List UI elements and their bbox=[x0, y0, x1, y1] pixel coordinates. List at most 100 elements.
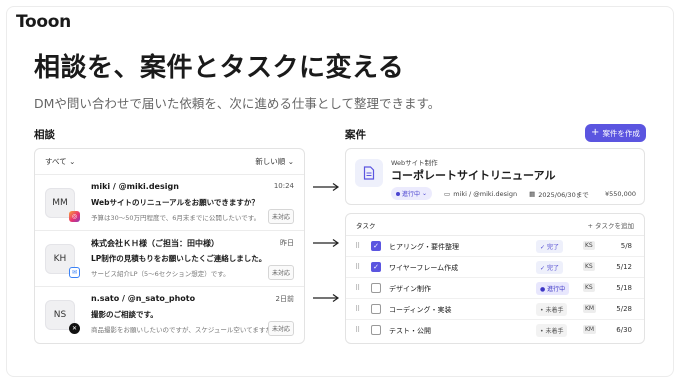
task-row[interactable]: ⠿ コーディング・実装 • 未着手 KM 5/28 bbox=[346, 299, 644, 320]
status-dot-icon bbox=[396, 191, 400, 196]
assignee-badge[interactable]: KM bbox=[583, 325, 597, 334]
task-date: 5/8 bbox=[620, 242, 632, 250]
task-checkbox[interactable] bbox=[371, 283, 381, 293]
message-item[interactable]: NS ✕ n.sato / @n_sato_photo 2日前 撮影のご相談です… bbox=[35, 287, 304, 343]
plus-icon: + bbox=[591, 127, 600, 138]
task-checkbox[interactable] bbox=[371, 325, 381, 335]
inbox-toolbar: すべて ⌄ 新しい順 ⌄ bbox=[35, 149, 304, 175]
message-time: 昨日 bbox=[280, 239, 294, 247]
assignee-badge[interactable]: KS bbox=[583, 241, 595, 250]
message-subject: Webサイトのリニューアルをお願いできますか？ bbox=[91, 198, 259, 207]
inbox-section-label: 相談 bbox=[34, 129, 55, 141]
project-due-label: 2025/06/30まで bbox=[538, 190, 589, 199]
task-name: ヒアリング・要件整理 bbox=[389, 243, 459, 251]
message-item[interactable]: KH ✉ 株式会社ＫＨ様（ご担当：田中様） 昨日 LP制作の見積もりをお願いした… bbox=[35, 231, 304, 287]
x-icon: ✕ bbox=[69, 323, 80, 334]
clipboard-icon: ▭ bbox=[444, 189, 451, 198]
task-row[interactable]: ⠿ ✓ ヒアリング・要件整理 ✓ 完了 KS 5/8 bbox=[346, 236, 644, 257]
project-due: ▦ 2025/06/30まで bbox=[529, 189, 589, 199]
progress-dot-icon: ● bbox=[540, 286, 546, 293]
chevron-down-icon: ⌄ bbox=[287, 157, 294, 166]
task-status-badge[interactable]: ✓ 完了 bbox=[536, 240, 563, 253]
drag-handle-icon[interactable]: ⠿ bbox=[355, 284, 360, 292]
task-status-label: 未着手 bbox=[545, 328, 564, 335]
task-status-badge[interactable]: • 未着手 bbox=[536, 303, 568, 316]
message-subject: 撮影のご相談です。 bbox=[91, 310, 158, 319]
message-sender: 株式会社ＫＨ様（ご担当：田中様） bbox=[91, 239, 219, 248]
project-status-label: 進行中 bbox=[402, 191, 421, 198]
sort-label: 新しい順 bbox=[255, 157, 286, 166]
assignee-badge[interactable]: KM bbox=[583, 304, 597, 313]
message-preview: 商品撮影をお願いしたいのですが、スケジュール空いてますか？ bbox=[91, 326, 279, 334]
task-name: ワイヤーフレーム作成 bbox=[389, 264, 459, 272]
task-status-badge[interactable]: • 未着手 bbox=[536, 324, 568, 337]
filter-label: すべて bbox=[45, 157, 67, 166]
message-item[interactable]: MM ◎ miki / @miki.design 10:24 Webサイトのリニ… bbox=[35, 175, 304, 231]
filter-dropdown[interactable]: すべて ⌄ bbox=[45, 156, 75, 167]
assignee-badge[interactable]: KS bbox=[583, 283, 595, 292]
project-meta: 進行中 ⌄ ▭ miki / @miki.design ▦ 2025/06/30まで … bbox=[391, 187, 636, 200]
sort-dropdown[interactable]: 新しい順 ⌄ bbox=[255, 156, 294, 167]
project-section-label: 案件 bbox=[345, 129, 366, 141]
inbox-panel: すべて ⌄ 新しい順 ⌄ MM ◎ miki / @miki.design 10… bbox=[34, 148, 305, 344]
instagram-icon: ◎ bbox=[69, 211, 80, 222]
status-badge: 未対応 bbox=[267, 209, 294, 224]
project-category: Webサイト制作 bbox=[391, 159, 438, 167]
add-task-button[interactable]: + タスクを追加 bbox=[587, 220, 634, 230]
message-time: 10:24 bbox=[273, 182, 294, 190]
status-badge: 未対応 bbox=[267, 265, 294, 280]
plus-icon: + bbox=[587, 221, 593, 230]
mail-icon: ✉ bbox=[69, 267, 80, 278]
task-status-label: 完了 bbox=[546, 265, 559, 272]
task-row[interactable]: ⠿ テスト・公開 • 未着手 KM 6/30 bbox=[346, 320, 644, 341]
chevron-down-icon: ⌄ bbox=[422, 190, 428, 197]
drag-handle-icon[interactable]: ⠿ bbox=[355, 263, 360, 271]
project-status-dropdown[interactable]: 進行中 ⌄ bbox=[391, 187, 433, 200]
status-badge: 未対応 bbox=[267, 321, 294, 336]
task-panel-header: タスク + タスクを追加 bbox=[346, 214, 644, 236]
task-row[interactable]: ⠿ デザイン制作 ● 進行中 KS 5/18 bbox=[346, 278, 644, 299]
message-preview: 予算は30〜50万円程度で、6月末までに公開したいです。 bbox=[91, 214, 261, 222]
task-status-badge[interactable]: ✓ 完了 bbox=[536, 261, 563, 274]
message-preview: サービス紹介LP（5〜6セクション想定）です。 bbox=[91, 270, 230, 278]
task-date: 5/12 bbox=[616, 263, 632, 271]
arrow-right-icon bbox=[313, 294, 340, 302]
task-name: コーディング・実装 bbox=[389, 306, 452, 314]
todo-dot-icon: • bbox=[540, 328, 544, 335]
task-panel: タスク + タスクを追加 ⠿ ✓ ヒアリング・要件整理 ✓ 完了 KS 5/8 … bbox=[345, 213, 645, 344]
task-checkbox[interactable]: ✓ bbox=[371, 241, 381, 251]
hero-headline: 相談を、案件とタスクに変える bbox=[34, 53, 405, 83]
task-status-badge[interactable]: ● 進行中 bbox=[536, 282, 570, 295]
drag-handle-icon[interactable]: ⠿ bbox=[355, 305, 360, 313]
task-panel-title: タスク bbox=[356, 221, 376, 230]
project-title: コーポレートサイトリニューアル bbox=[391, 169, 556, 182]
check-icon: ✓ bbox=[540, 244, 546, 251]
hero-subline: DMや問い合わせで届いた依頼を、次に進める仕事として整理できます。 bbox=[34, 96, 441, 111]
document-icon bbox=[355, 159, 383, 187]
task-status-label: 進行中 bbox=[547, 286, 566, 293]
task-checkbox[interactable]: ✓ bbox=[371, 262, 381, 272]
chevron-down-icon: ⌄ bbox=[69, 157, 76, 166]
task-status-label: 完了 bbox=[546, 244, 559, 251]
task-row[interactable]: ⠿ ✓ ワイヤーフレーム作成 ✓ 完了 KS 5/12 bbox=[346, 257, 644, 278]
create-project-button[interactable]: + 案件を作成 bbox=[585, 124, 646, 142]
arrow-right-icon bbox=[313, 183, 340, 191]
assignee-badge[interactable]: KS bbox=[583, 262, 595, 271]
task-date: 6/30 bbox=[616, 326, 632, 334]
drag-handle-icon[interactable]: ⠿ bbox=[355, 242, 360, 250]
create-project-label: 案件を作成 bbox=[602, 128, 640, 138]
task-checkbox[interactable] bbox=[371, 304, 381, 314]
task-status-label: 未着手 bbox=[545, 307, 564, 314]
drag-handle-icon[interactable]: ⠿ bbox=[355, 326, 360, 334]
message-sender: miki / @miki.design bbox=[91, 182, 179, 191]
project-client-label: miki / @miki.design bbox=[453, 189, 518, 198]
calendar-icon: ▦ bbox=[529, 189, 536, 198]
message-sender: n.sato / @n_sato_photo bbox=[91, 294, 196, 303]
task-name: テスト・公開 bbox=[389, 327, 431, 335]
project-card[interactable]: Webサイト制作 コーポレートサイトリニューアル 進行中 ⌄ ▭ miki / @m… bbox=[345, 148, 645, 205]
project-amount: ¥550,000 bbox=[604, 189, 636, 198]
add-task-label: タスクを追加 bbox=[595, 221, 634, 230]
project-client: ▭ miki / @miki.design bbox=[444, 190, 517, 198]
brand-logo[interactable]: Tooon bbox=[16, 12, 71, 32]
arrow-right-icon bbox=[313, 239, 340, 247]
